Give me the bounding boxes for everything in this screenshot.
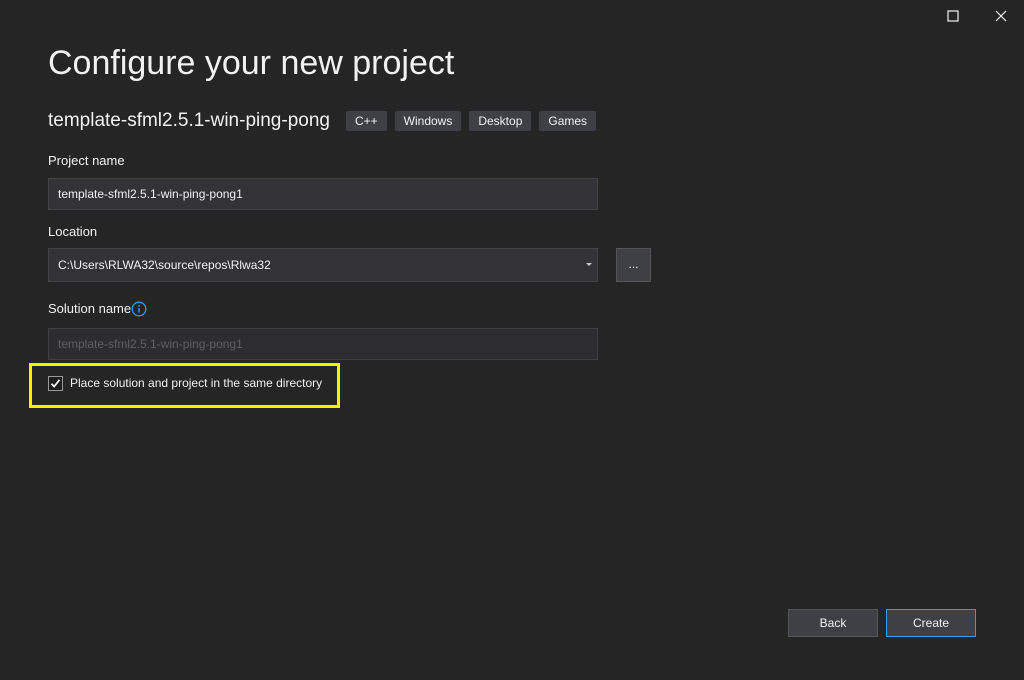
tag-language: C++	[345, 111, 387, 131]
solution-name-input[interactable]: template-sfml2.5.1-win-ping-pong1	[48, 328, 598, 360]
back-button[interactable]: Back	[788, 609, 878, 637]
page-title: Configure your new project	[48, 44, 455, 82]
same-directory-checkbox[interactable]	[48, 375, 63, 391]
maximize-button[interactable]	[933, 4, 973, 28]
create-button[interactable]: Create	[886, 609, 976, 637]
browse-button[interactable]: ...	[616, 248, 651, 282]
tag-project-type: Desktop	[469, 111, 532, 131]
tag-category: Games	[539, 111, 597, 131]
location-value: C:\Users\RLWA32\source\repos\Rlwa32	[58, 258, 271, 272]
same-directory-option[interactable]: Place solution and project in the same d…	[48, 374, 322, 392]
checkmark-icon	[50, 378, 61, 388]
configure-project-dialog: Configure your new project template-sfml…	[0, 0, 1024, 680]
template-info: template-sfml2.5.1-win-ping-pong C++ Win…	[48, 109, 604, 133]
tag-platform: Windows	[394, 111, 462, 131]
same-directory-label[interactable]: Place solution and project in the same d…	[70, 376, 322, 390]
location-combobox[interactable]: C:\Users\RLWA32\source\repos\Rlwa32	[48, 248, 598, 282]
project-name-input[interactable]: template-sfml2.5.1-win-ping-pong1	[48, 178, 598, 210]
close-button[interactable]	[981, 4, 1021, 28]
template-name: template-sfml2.5.1-win-ping-pong	[48, 110, 330, 131]
location-label: Location	[48, 224, 98, 239]
project-name-label: Project name	[48, 153, 125, 168]
chevron-down-icon[interactable]	[586, 263, 592, 266]
info-icon[interactable]	[131, 301, 147, 317]
maximize-icon	[947, 10, 959, 22]
solution-name-label: Solution name	[48, 301, 132, 316]
close-icon	[995, 10, 1007, 22]
